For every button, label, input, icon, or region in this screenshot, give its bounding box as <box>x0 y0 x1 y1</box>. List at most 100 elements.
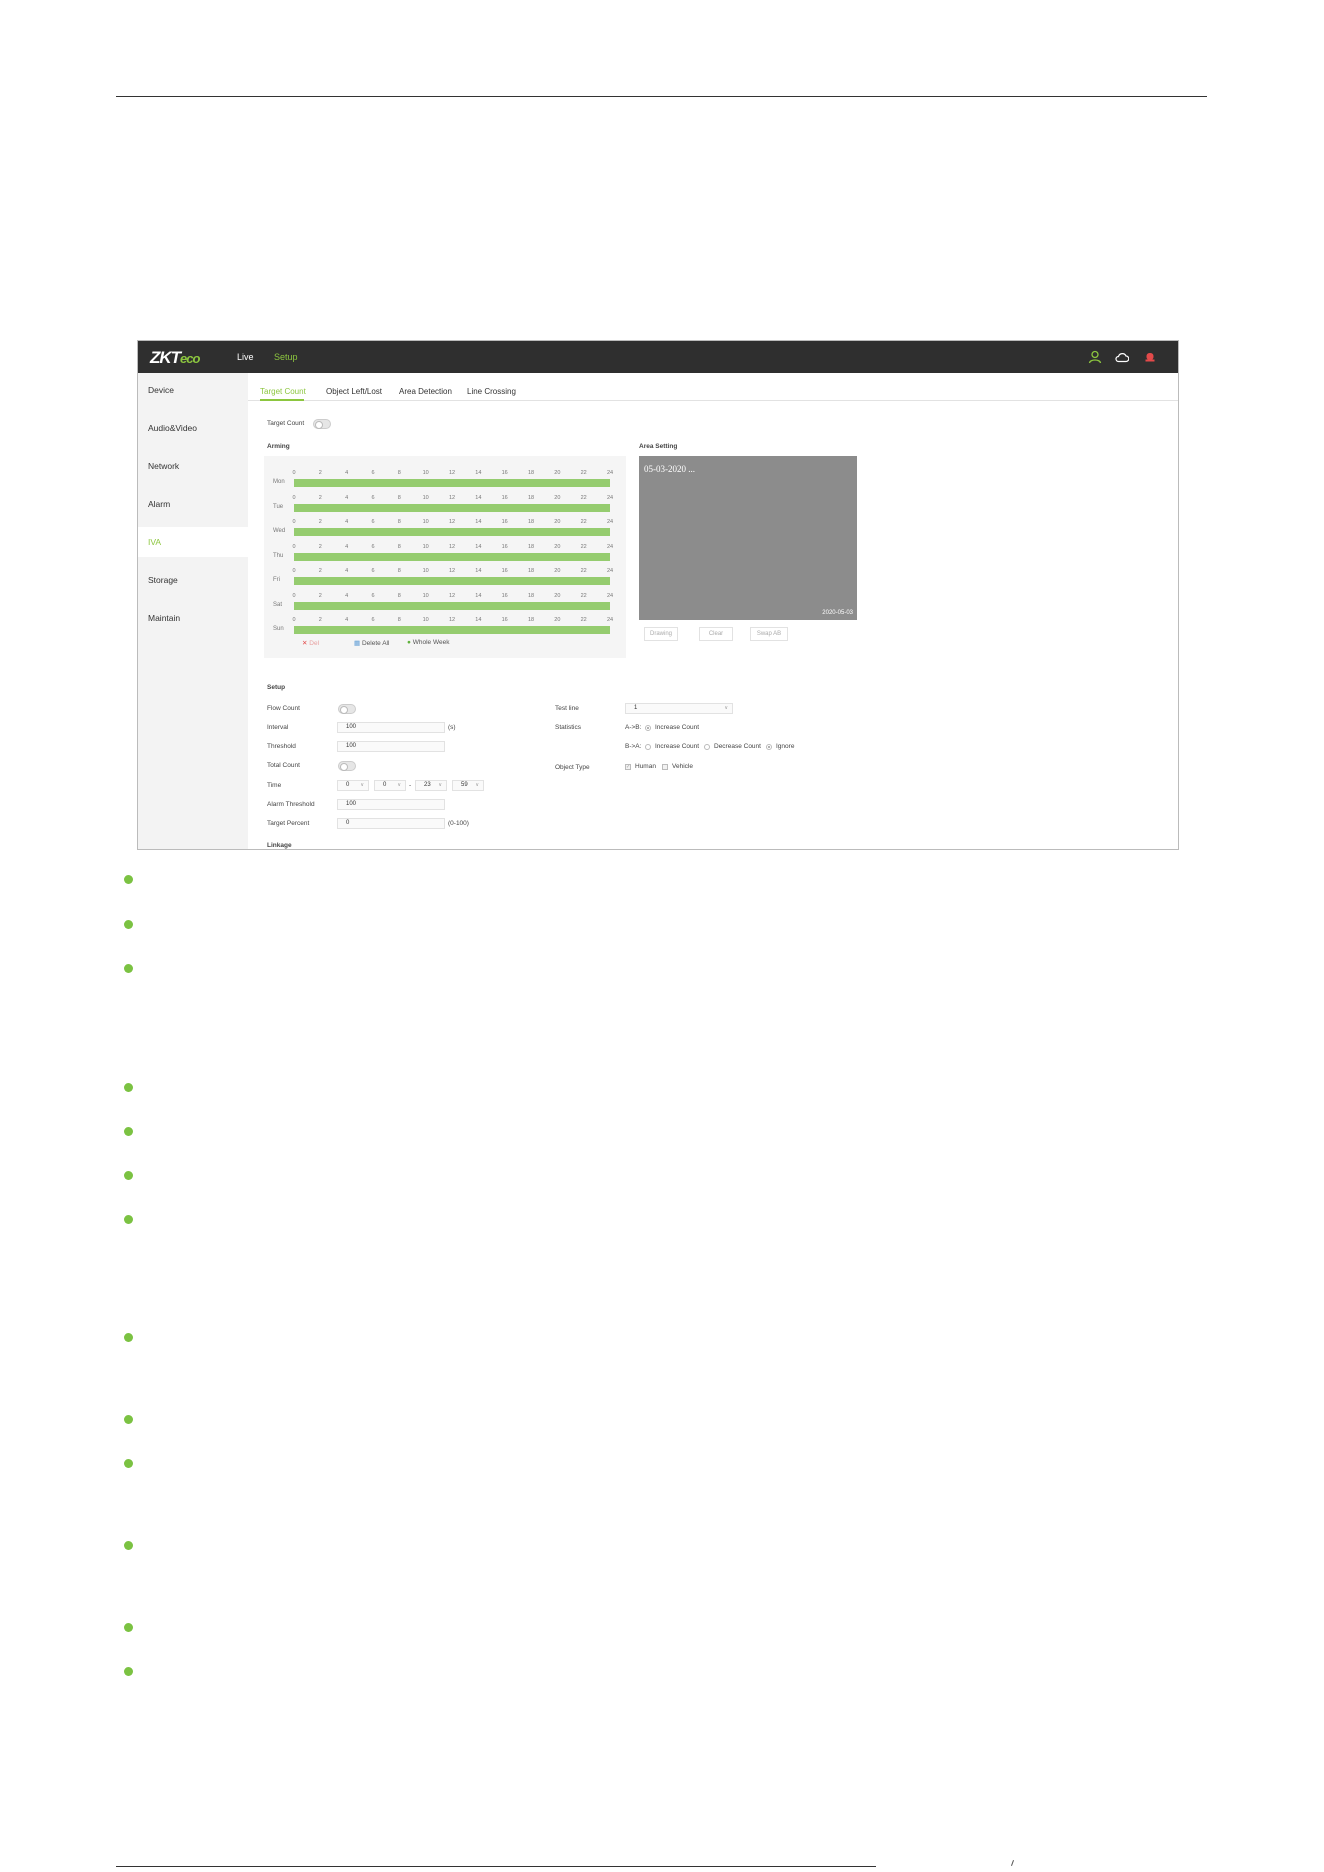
schedule-bar-fri[interactable] <box>294 577 610 585</box>
sidebar-item-storage[interactable]: Storage <box>138 565 248 595</box>
target-percent-range: (0-100) <box>448 820 469 827</box>
hour-tick: 20 <box>554 494 561 501</box>
hour-tick: 14 <box>475 592 482 599</box>
delete-all-action[interactable]: ▦ Delete All <box>354 639 389 647</box>
hour-ticks: 0 2 4 6 8 10 12 14 16 18 20 22 24 <box>292 470 613 478</box>
hour-tick: 24 <box>606 617 614 623</box>
target-count-label: Target Count <box>267 420 305 427</box>
hour-tick: 2 <box>318 519 322 525</box>
time-start-minute-select[interactable]: 0 <box>374 780 406 791</box>
nav-live[interactable]: Live <box>237 352 254 362</box>
hour-tick: 6 <box>371 494 375 501</box>
b-to-a-ignore-radio[interactable] <box>766 744 772 750</box>
hour-tick: 18 <box>527 568 535 574</box>
sidebar-item-device[interactable]: Device <box>138 375 248 405</box>
sidebar-item-alarm[interactable]: Alarm <box>138 489 248 519</box>
hour-tick: 18 <box>527 519 535 525</box>
hour-tick: 0 <box>292 568 296 574</box>
day-label-tue: Tue <box>273 503 284 510</box>
schedule-bar-mon[interactable] <box>294 479 610 487</box>
hour-tick: 18 <box>527 470 535 476</box>
user-icon[interactable] <box>1088 350 1102 364</box>
vehicle-checkbox[interactable] <box>662 764 668 770</box>
hour-tick: 12 <box>448 543 456 550</box>
hour-tick: 10 <box>422 617 429 623</box>
sidebar-item-iva[interactable]: IVA <box>138 527 248 557</box>
hour-tick: 0 <box>292 494 296 501</box>
time-end-minute-select[interactable]: 59 <box>452 780 484 791</box>
arming-schedule: 0 2 4 6 8 10 12 14 16 18 20 22 24 Mon 0 2 4 6 8 10 12 14 16 18 2… <box>264 456 626 658</box>
hour-tick: 4 <box>345 617 349 623</box>
tab-object-left-lost[interactable]: Object Left/Lost <box>326 387 382 396</box>
threshold-input[interactable]: 100 <box>337 741 445 752</box>
bullet-point <box>124 1623 133 1632</box>
day-label-mon: Mon <box>273 479 285 485</box>
flow-count-toggle[interactable] <box>338 704 356 714</box>
nav-setup[interactable]: Setup <box>274 352 298 362</box>
drawing-button[interactable]: Drawing <box>644 627 678 641</box>
b-to-a-decrease-label: Decrease Count <box>714 743 761 750</box>
hour-tick: 16 <box>501 543 508 550</box>
a-to-b-label: A->B: <box>625 724 642 731</box>
sidebar-item-maintain[interactable]: Maintain <box>138 603 248 633</box>
interval-input[interactable]: 100 <box>337 722 445 733</box>
footer-mark <box>1011 1860 1014 1866</box>
b-to-a-decrease-radio[interactable] <box>704 744 710 750</box>
hour-tick: 2 <box>318 592 322 599</box>
tab-line-crossing[interactable]: Line Crossing <box>467 387 516 396</box>
hour-tick: 16 <box>501 592 508 599</box>
hour-tick: 10 <box>422 470 429 476</box>
hour-tick: 24 <box>606 519 614 525</box>
hour-tick: 10 <box>422 494 429 501</box>
swap-ab-button[interactable]: Swap AB <box>750 627 788 641</box>
hour-tick: 8 <box>397 470 401 476</box>
del-action[interactable]: ✕ Del <box>302 639 319 647</box>
camera-preview[interactable]: 05-03-2020 ... 2020-05-03 <box>639 456 857 620</box>
hour-tick: 20 <box>554 568 561 574</box>
hour-ticks: 0 2 4 6 8 10 12 14 16 18 20 22 24 <box>292 592 613 601</box>
sidebar-item-audio-video[interactable]: Audio&Video <box>138 413 248 443</box>
linkage-title: Linkage <box>267 842 292 849</box>
hour-tick: 24 <box>606 568 614 574</box>
hour-tick: 8 <box>397 617 401 623</box>
bullet-point <box>124 875 133 884</box>
target-count-toggle[interactable] <box>313 419 331 429</box>
schedule-bar-thu[interactable] <box>294 552 610 561</box>
hour-tick: 20 <box>554 470 561 476</box>
hour-tick: 0 <box>292 543 296 550</box>
interval-unit: (s) <box>448 724 456 731</box>
hour-tick: 12 <box>448 494 456 501</box>
clear-button[interactable]: Clear <box>699 627 733 641</box>
hour-ticks: 0 2 4 6 8 10 12 14 16 18 20 22 24 <box>292 519 614 527</box>
cloud-icon[interactable] <box>1115 350 1129 364</box>
bullet-point <box>124 1215 133 1224</box>
bullet-point <box>124 1083 133 1092</box>
hour-tick: 4 <box>345 470 349 476</box>
schedule-bar-sat[interactable] <box>294 601 610 610</box>
total-count-toggle[interactable] <box>338 761 356 771</box>
test-line-select[interactable]: 1 <box>625 703 733 714</box>
sidebar-item-network[interactable]: Network <box>138 451 248 481</box>
schedule-bar-tue[interactable] <box>294 503 610 512</box>
human-checkbox[interactable]: ✓ <box>625 764 631 770</box>
hour-tick: 4 <box>345 519 349 525</box>
whole-week-action[interactable]: ● Whole Week <box>407 639 449 646</box>
hour-tick: 2 <box>318 617 322 623</box>
target-percent-input[interactable]: 0 <box>337 818 445 829</box>
hour-tick: 20 <box>554 519 561 525</box>
alarm-icon[interactable] <box>1143 350 1157 364</box>
b-to-a-label: B->A: <box>625 743 642 750</box>
hour-tick: 12 <box>448 592 456 599</box>
alarm-threshold-input[interactable]: 100 <box>337 799 445 810</box>
schedule-bar-wed[interactable] <box>294 528 610 536</box>
schedule-bar-sun[interactable] <box>294 626 610 634</box>
time-start-hour-select[interactable]: 0 <box>337 780 369 791</box>
tab-area-detection[interactable]: Area Detection <box>399 387 452 396</box>
hour-tick: 10 <box>422 568 429 574</box>
a-to-b-increase-radio[interactable] <box>645 725 651 731</box>
hour-tick: 6 <box>371 568 375 574</box>
time-end-hour-select[interactable]: 23 <box>415 780 447 791</box>
tab-target-count[interactable]: Target Count <box>260 387 306 396</box>
b-to-a-increase-radio[interactable] <box>645 744 651 750</box>
hour-tick: 24 <box>606 494 614 501</box>
